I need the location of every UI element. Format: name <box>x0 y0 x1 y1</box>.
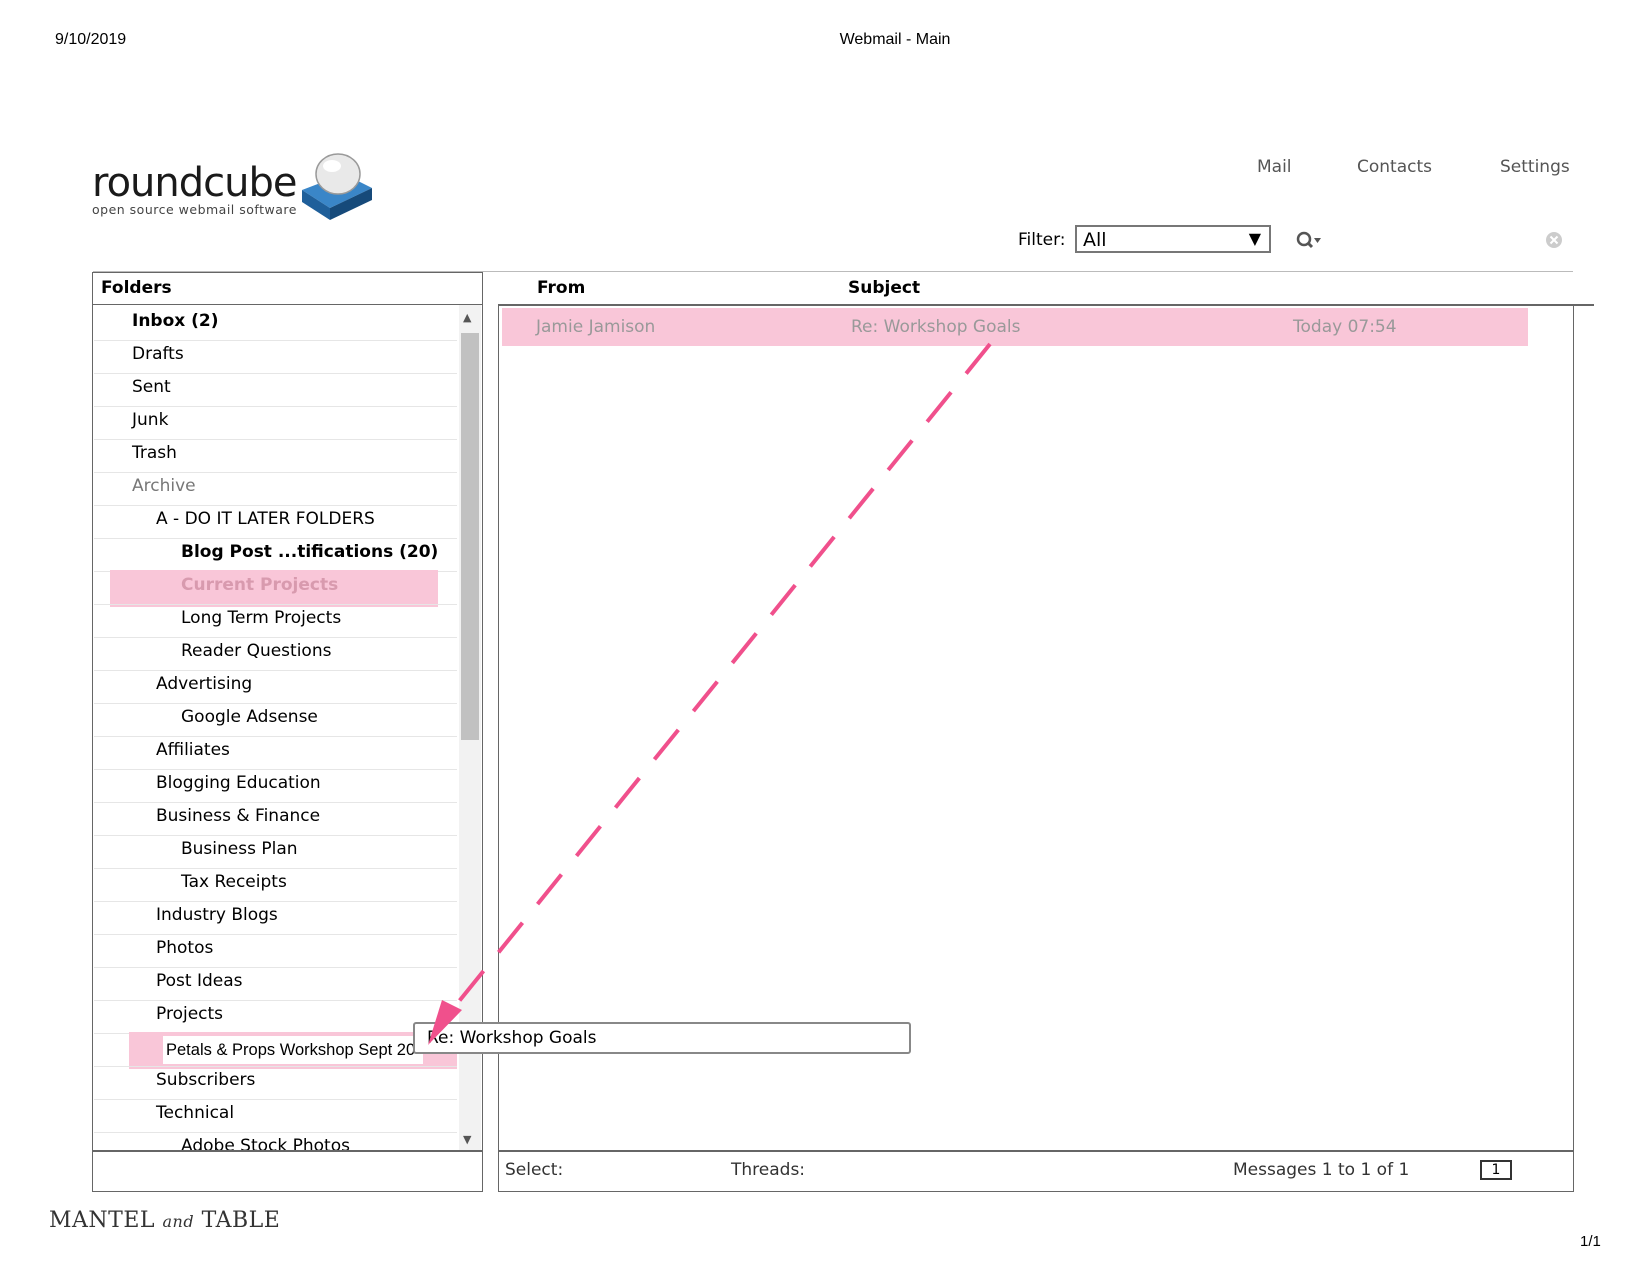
folder-item[interactable]: Subscribers <box>156 1070 255 1090</box>
folder-separator <box>94 340 457 341</box>
brand-left: MANTEL <box>49 1208 156 1233</box>
folder-item[interactable]: Business & Finance <box>156 806 320 826</box>
folder-item[interactable]: Google Adsense <box>181 707 318 727</box>
folder-separator <box>94 538 457 539</box>
folder-separator <box>94 967 457 968</box>
folders-header-divider <box>93 304 482 305</box>
mantel-and-table-logo: MANTEL and TABLE <box>49 1208 280 1233</box>
folder-item[interactable]: Business Plan <box>181 839 298 859</box>
folder-separator <box>94 901 457 902</box>
folder-separator <box>94 604 457 605</box>
logo-wordmark: roundcube <box>92 160 297 206</box>
folder-separator <box>94 934 457 935</box>
drag-tooltip: Re: Workshop Goals <box>413 1022 911 1054</box>
scroll-up-icon[interactable]: ▲ <box>463 311 471 324</box>
folder-item[interactable]: Archive <box>132 476 196 496</box>
dropdown-arrow-icon: ▼ <box>1248 229 1261 248</box>
folder-item[interactable]: Technical <box>156 1103 234 1123</box>
folder-item[interactable]: Affiliates <box>156 740 230 760</box>
nav-contacts[interactable]: Contacts <box>1357 157 1432 177</box>
folder-separator <box>94 439 457 440</box>
folders-header: Folders <box>101 278 172 298</box>
folder-separator <box>94 670 457 671</box>
folder-item[interactable]: Long Term Projects <box>181 608 341 628</box>
reset-search-icon[interactable] <box>1545 231 1563 249</box>
folder-item[interactable]: Trash <box>132 443 177 463</box>
print-title: Webmail - Main <box>839 31 951 48</box>
folder-item[interactable]: Post Ideas <box>156 971 243 991</box>
select-label[interactable]: Select: <box>505 1160 563 1180</box>
folder-item[interactable]: Junk <box>132 410 168 430</box>
folder-scrollbar-thumb[interactable] <box>461 333 479 740</box>
filter-value: All <box>1083 229 1107 251</box>
message-header-divider <box>498 304 1594 306</box>
nav-settings[interactable]: Settings <box>1500 157 1570 177</box>
folder-item[interactable]: Adobe Stock Photos <box>181 1136 350 1156</box>
folder-separator <box>94 736 457 737</box>
folder-separator <box>94 868 457 869</box>
folder-separator <box>94 1132 457 1133</box>
folder-item[interactable]: Industry Blogs <box>156 905 278 925</box>
folder-item[interactable]: Sent <box>132 377 171 397</box>
filter-label: Filter: <box>1018 230 1066 250</box>
folder-item[interactable]: Petals & Props Workshop Sept 20 <box>166 1040 415 1060</box>
brand-right: TABLE <box>201 1208 281 1233</box>
folder-item[interactable]: Blog Post ...tifications (20) <box>181 542 438 562</box>
roundcube-logo[interactable]: roundcube open source webmail software <box>92 160 297 217</box>
folder-separator <box>94 1000 457 1001</box>
folder-item[interactable]: Inbox (2) <box>132 311 219 331</box>
folder-separator <box>94 1099 457 1100</box>
message-from: Jamie Jamison <box>536 317 656 337</box>
filter-select[interactable]: All ▼ <box>1075 225 1271 253</box>
folder-item[interactable]: Tax Receipts <box>181 872 287 892</box>
folder-item[interactable]: Advertising <box>156 674 252 694</box>
folder-separator <box>94 802 457 803</box>
folder-item[interactable]: Photos <box>156 938 213 958</box>
messages-footer-divider <box>498 1150 1574 1152</box>
folders-footer-divider <box>93 1150 482 1152</box>
folder-item[interactable]: Reader Questions <box>181 641 331 661</box>
folder-separator <box>94 769 457 770</box>
folder-item[interactable]: Current Projects <box>181 575 338 595</box>
nav-mail[interactable]: Mail <box>1257 157 1292 177</box>
folder-separator <box>94 406 457 407</box>
message-subject: Re: Workshop Goals <box>851 317 1021 337</box>
page-number-box[interactable]: 1 <box>1480 1160 1512 1180</box>
folder-item[interactable]: A - DO IT LATER FOLDERS <box>156 509 375 529</box>
folder-separator <box>94 637 457 638</box>
folder-item[interactable]: Blogging Education <box>156 773 321 793</box>
folder-separator <box>94 1066 457 1067</box>
folder-separator <box>94 703 457 704</box>
threads-label[interactable]: Threads: <box>731 1160 805 1180</box>
message-row[interactable]: Jamie Jamison Re: Workshop Goals Today 0… <box>502 308 1528 346</box>
column-from[interactable]: From <box>537 278 585 298</box>
message-date: Today 07:54 <box>1293 317 1397 337</box>
folder-separator <box>94 835 457 836</box>
messages-panel <box>498 305 1574 1192</box>
roundcube-cube-icon <box>302 153 372 220</box>
print-page-number: 1/1 <box>1580 1233 1601 1250</box>
folder-separator <box>94 373 457 374</box>
folder-separator <box>94 472 457 473</box>
folder-item[interactable]: Drafts <box>132 344 184 364</box>
scroll-down-icon[interactable]: ▼ <box>463 1133 471 1146</box>
message-count: Messages 1 to 1 of 1 <box>1233 1160 1410 1180</box>
search-icon[interactable] <box>1295 230 1323 252</box>
brand-mid: and <box>162 1212 195 1231</box>
column-subject[interactable]: Subject <box>848 278 920 298</box>
folder-separator <box>94 505 457 506</box>
folder-item[interactable]: Projects <box>156 1004 223 1024</box>
logo-tagline: open source webmail software <box>92 202 297 217</box>
